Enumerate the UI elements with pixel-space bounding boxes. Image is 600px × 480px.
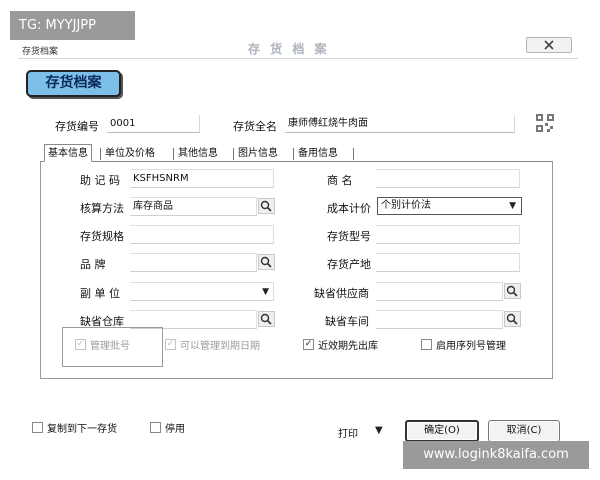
copy-next-label: 复制到下一存货 [47,424,117,435]
expiry-checkbox[interactable]: ✓ [165,339,176,350]
cancel-button[interactable]: 取消(C) [488,420,560,442]
magnifier-icon [260,200,272,212]
expiry-label: 可以管理到期日期 [180,341,260,352]
spec-input[interactable] [130,225,274,244]
default-supplier-label: 缺省供应商 [314,287,369,300]
form-title: 存货档案 [26,70,121,97]
serial-label: 启用序列号管理 [436,341,506,352]
supplier-lookup-button[interactable] [504,283,521,299]
tab-other-info[interactable]: 其他信息 [175,146,221,162]
disable-checkbox[interactable] [150,422,161,433]
site-watermark: www.logink8kaifa.com [403,441,589,469]
tag-badge: TG: MYYJJPP [10,11,135,40]
close-icon [544,40,554,50]
costing-select[interactable]: 个别计价法 ▼ [377,197,522,215]
default-workshop-label: 缺省车间 [325,315,369,328]
window-title: 存货档案 [22,47,59,57]
tab-image-info[interactable]: 图片信息 [235,146,281,162]
sub-unit-select[interactable]: ▼ [130,282,274,301]
magnifier-icon [506,313,518,325]
default-supplier-input[interactable] [376,282,503,301]
accounting-method-label: 核算方法 [80,202,124,215]
workshop-lookup-button[interactable] [504,311,521,327]
fullname-label: 存货全名 [233,120,277,133]
costing-select-value: 个别计价法 [381,200,431,211]
tab-separator [353,148,354,160]
code-input[interactable]: 0001 [107,115,200,133]
close-button[interactable] [526,37,572,53]
fifo-label: 近效期先出库 [318,341,378,352]
warehouse-lookup-button[interactable] [258,311,275,327]
tab-separator [100,148,101,160]
ok-button[interactable]: 确定(O) [405,420,479,442]
disable-label: 停用 [165,424,185,435]
chevron-down-icon: ▼ [262,287,269,297]
origin-input[interactable] [376,253,520,272]
sub-unit-label: 副 单 位 [80,287,120,300]
spec-label: 存货规格 [80,230,124,243]
window-title-center: 存 货 档 案 [248,42,330,56]
tab-basic-info[interactable]: 基本信息 [44,144,92,162]
tab-unit-price[interactable]: 单位及价格 [102,146,158,162]
brand-name-label: 商 名 [327,174,353,187]
chevron-down-icon: ▼ [509,201,516,211]
title-bar-divider [18,58,578,59]
model-input[interactable] [376,225,520,244]
model-label: 存货型号 [327,230,371,243]
tab-separator [233,148,234,160]
category-label: 品 牌 [80,258,106,271]
qr-code-icon[interactable] [536,114,554,132]
tab-separator [293,148,294,160]
serial-checkbox[interactable] [421,339,432,350]
batch-checkbox[interactable]: ✓ [75,339,86,350]
accounting-method-input[interactable]: 库存商品 [130,197,257,216]
category-lookup-button[interactable] [258,254,275,270]
mnemonic-input[interactable]: KSFHSNRM [130,169,274,188]
brand-name-input[interactable] [376,169,520,188]
magnifier-icon [260,313,272,325]
tab-reserve-info[interactable]: 备用信息 [295,146,341,162]
tab-separator [173,148,174,160]
origin-label: 存货产地 [327,258,371,271]
copy-next-checkbox[interactable] [32,422,43,433]
category-input[interactable] [130,253,257,272]
code-label: 存货编号 [55,120,99,133]
default-workshop-input[interactable] [376,310,503,329]
magnifier-icon [260,256,272,268]
costing-label: 成本计价 [327,202,371,215]
accounting-lookup-button[interactable] [258,198,275,214]
mnemonic-label: 助 记 码 [80,174,120,187]
fullname-input[interactable]: 康师傅红烧牛肉面 [285,115,515,133]
print-button[interactable]: 打印 [338,425,358,440]
fifo-checkbox[interactable]: ✓ [303,339,314,350]
magnifier-icon [506,285,518,297]
print-dropdown-icon[interactable]: ▼ [375,425,383,436]
batch-label: 管理批号 [90,341,130,352]
